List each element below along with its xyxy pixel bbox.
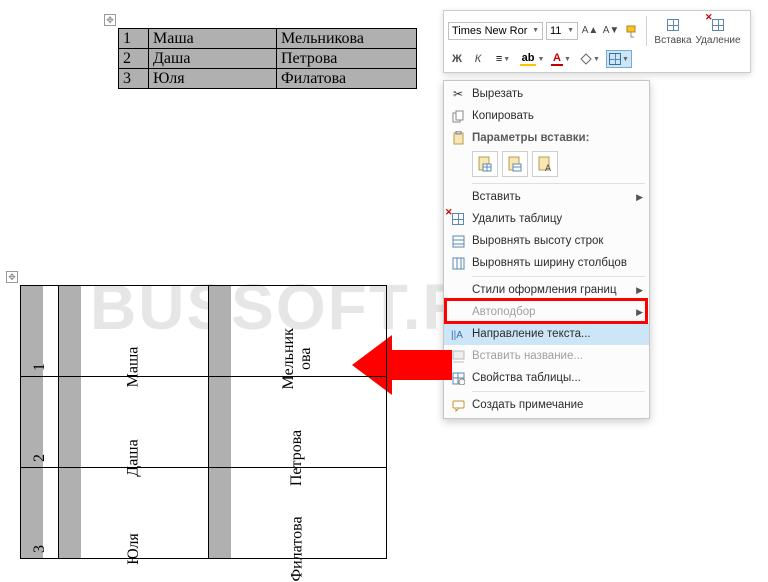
table-move-handle-icon[interactable]: ✥ [104, 14, 116, 26]
ctx-text-direction[interactable]: ||A Направление текста... [444, 323, 649, 345]
format-painter-button[interactable] [623, 22, 641, 40]
ctx-distribute-cols[interactable]: Выровнять ширину столбцов [444, 252, 649, 274]
italic-button[interactable]: К [469, 50, 487, 68]
cell-lastname[interactable]: Мельникова [277, 29, 416, 48]
table-move-handle-icon[interactable]: ✥ [6, 271, 18, 283]
svg-text:||A: ||A [451, 330, 463, 341]
chevron-down-icon: ▼ [532, 27, 539, 34]
cell-lastname[interactable]: Филатова [277, 69, 416, 88]
shrink-font-button[interactable]: A▼ [602, 22, 620, 40]
font-name-value: Times New Ror [452, 25, 527, 37]
cell-lastname[interactable]: Петрова [277, 49, 416, 68]
table-row: 3 Юля Филатова [119, 69, 417, 89]
borders-button[interactable]: ▼ [606, 50, 632, 68]
cell-index[interactable]: 3 [31, 545, 49, 553]
ctx-new-comment[interactable]: Создать примечание [444, 394, 649, 416]
ctx-table-properties[interactable]: Свойства таблицы... [444, 367, 649, 389]
table-row: 1 Маша Мельникова [21, 286, 387, 377]
cell-index[interactable]: 1 [31, 363, 49, 371]
paste-option-nest-table[interactable] [472, 151, 498, 177]
ctx-paste-header: Параметры вставки: [444, 127, 649, 149]
font-size-value: 11 [550, 25, 561, 37]
grow-font-button[interactable]: A▲ [581, 22, 599, 40]
distribute-cols-icon [448, 254, 468, 272]
shading-button[interactable]: ▼ [577, 50, 603, 68]
submenu-arrow-icon: ▶ [636, 192, 643, 203]
underline-button[interactable]: ≡▼ [490, 50, 516, 68]
chevron-down-icon: ▼ [567, 27, 574, 34]
text-highlight-button[interactable]: ab▼ [519, 50, 545, 68]
result-table[interactable]: 1 Маша Мельникова 2 Даша Петрова 3 Юля Ф… [20, 285, 387, 559]
font-size-combo[interactable]: 11 ▼ [546, 22, 578, 40]
mini-toolbar: Times New Ror ▼ 11 ▼ A▲ A▼ Вставка ✕ Уда… [443, 10, 751, 73]
ctx-autofit[interactable]: Автоподбор ▶ [444, 301, 649, 323]
source-table-container: ✥ 1 Маша Мельникова 2 Даша Петрова 3 Юля… [118, 28, 417, 89]
ctx-insert[interactable]: Вставить ▶ [444, 186, 649, 208]
bold-button[interactable]: Ж [448, 50, 466, 68]
source-table[interactable]: 1 Маша Мельникова 2 Даша Петрова 3 Юля Ф… [118, 28, 417, 89]
cell-index[interactable]: 2 [119, 49, 148, 68]
ctx-insert-caption[interactable]: Вставить название... [444, 345, 649, 367]
delete-label: Удаление [695, 35, 740, 46]
copy-icon [448, 107, 468, 125]
paste-option-keep-text[interactable]: A [532, 151, 558, 177]
clipboard-icon [448, 129, 468, 147]
scissors-icon: ✂ [448, 85, 468, 103]
cell-index[interactable]: 1 [119, 29, 148, 48]
table-row: 1 Маша Мельникова [119, 29, 417, 49]
ctx-distribute-rows[interactable]: Выровнять высоту строк [444, 230, 649, 252]
cell-name[interactable]: Даша [149, 49, 276, 68]
table-context-menu: ✂ Вырезать Копировать Параметры вставки:… [443, 80, 650, 419]
table-row: 2 Даша Петрова [21, 377, 387, 468]
table-row: 3 Юля Филатова [21, 468, 387, 559]
ctx-border-styles[interactable]: Стили оформления границ ▶ [444, 279, 649, 301]
delete-table-icon: ✕ [448, 210, 468, 228]
ctx-cut[interactable]: ✂ Вырезать [444, 83, 649, 105]
cell-name[interactable]: Маша [149, 29, 276, 48]
submenu-arrow-icon: ▶ [636, 285, 643, 296]
cell-index[interactable]: 2 [31, 454, 49, 462]
cell-name[interactable]: Юля [124, 533, 142, 565]
comment-icon [448, 396, 468, 414]
cell-name[interactable]: Юля [149, 69, 276, 88]
svg-text:A: A [545, 163, 551, 173]
ctx-paste-options: A [444, 149, 649, 181]
insert-table-button[interactable]: Вставка [652, 15, 694, 46]
font-color-button[interactable]: A▼ [548, 50, 574, 68]
cell-lastname[interactable]: Филатова [288, 516, 306, 581]
cell-index[interactable]: 3 [119, 69, 148, 88]
ctx-copy[interactable]: Копировать [444, 105, 649, 127]
result-table-container: ✥ 1 Маша Мельникова 2 Даша Петрова 3 Юля… [20, 285, 387, 559]
delete-table-button[interactable]: ✕ Удаление [697, 15, 739, 46]
submenu-arrow-icon: ▶ [636, 307, 643, 318]
insert-label: Вставка [654, 35, 691, 46]
distribute-rows-icon [448, 232, 468, 250]
ctx-delete-table[interactable]: ✕ Удалить таблицу [444, 208, 649, 230]
paste-option-merge-table[interactable] [502, 151, 528, 177]
font-name-combo[interactable]: Times New Ror ▼ [448, 22, 543, 40]
table-row: 2 Даша Петрова [119, 49, 417, 69]
